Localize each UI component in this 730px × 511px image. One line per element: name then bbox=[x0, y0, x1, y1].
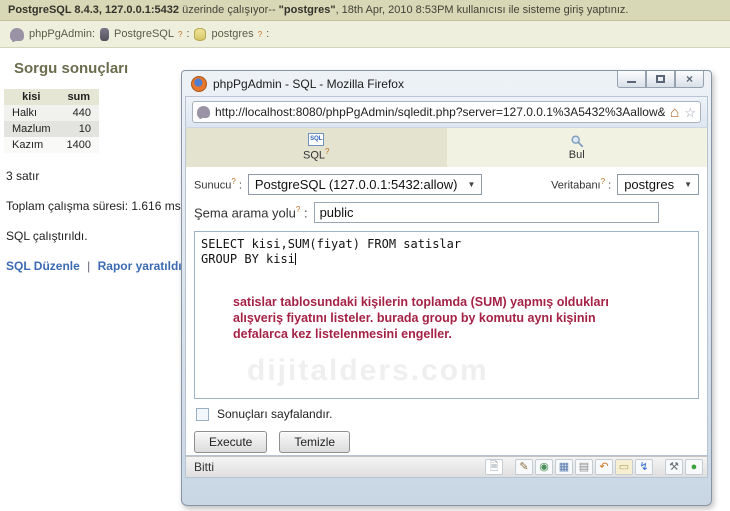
save-icon[interactable]: ▦ bbox=[555, 459, 573, 475]
help-link[interactable]: ? bbox=[178, 30, 182, 39]
button-row: Execute Temizle bbox=[186, 421, 707, 453]
server-label: Sunucu bbox=[194, 179, 232, 192]
url-text[interactable]: http://localhost:8080/phpPgAdmin/sqledit… bbox=[215, 105, 665, 119]
col-header-kisi: kisi bbox=[4, 89, 59, 105]
col-header-sum: sum bbox=[58, 89, 99, 105]
tab-find[interactable]: Bul bbox=[446, 128, 707, 167]
close-button[interactable]: × bbox=[675, 71, 704, 88]
running-text: üzerinde çalışıyor-- bbox=[179, 4, 279, 16]
maximize-icon bbox=[656, 75, 665, 83]
tab-sql[interactable]: SQL SQL? bbox=[186, 128, 447, 167]
server-icon bbox=[100, 27, 110, 41]
login-info: , 18th Apr, 2010 8:53PM kullanıcısı ile … bbox=[335, 4, 629, 16]
help-link[interactable]: ? bbox=[231, 177, 235, 186]
tools-icon[interactable]: ⚒ bbox=[665, 459, 683, 475]
lightning-icon[interactable]: ↯ bbox=[635, 459, 653, 475]
watermark: dijitalders.com bbox=[247, 354, 489, 387]
sql-window-icon: SQL bbox=[308, 133, 325, 147]
schema-row: Şema arama yolu? : bbox=[186, 195, 707, 223]
pencil-icon[interactable]: ✎ bbox=[515, 459, 533, 475]
minimize-icon bbox=[627, 80, 636, 83]
edit-sql-link[interactable]: SQL Düzenle bbox=[6, 259, 80, 273]
paginate-label: Sonuçları sayfalandır. bbox=[217, 407, 333, 421]
server-select[interactable]: PostgreSQL (127.0.0.1:5432:allow) ▼ bbox=[247, 174, 483, 195]
favicon-phppgadmin-icon bbox=[197, 106, 210, 119]
phppgadmin-logo-icon bbox=[10, 27, 24, 42]
sql-editor-window: phpPgAdmin - SQL - Mozilla Firefox × htt… bbox=[181, 70, 712, 506]
printer-icon[interactable]: ▤ bbox=[575, 459, 593, 475]
database-select[interactable]: postgres ▼ bbox=[617, 174, 699, 195]
close-icon: × bbox=[685, 72, 693, 86]
paginate-row: Sonuçları sayfalandır. bbox=[186, 399, 707, 421]
server-status-bar: PostgreSQL 8.4.3, 127.0.0.1:5432 üzerind… bbox=[0, 0, 730, 21]
breadcrumb-database[interactable]: postgres?: bbox=[211, 28, 269, 40]
maximize-button[interactable] bbox=[646, 71, 675, 88]
breadcrumb-app[interactable]: phpPgAdmin: bbox=[29, 28, 95, 40]
new-document-icon[interactable]: 🗎 bbox=[485, 459, 503, 475]
firefox-icon bbox=[191, 75, 207, 92]
window-title: phpPgAdmin - SQL - Mozilla Firefox bbox=[213, 76, 404, 91]
database-label: Veritabanı bbox=[551, 179, 601, 192]
help-link[interactable]: ? bbox=[258, 30, 262, 39]
note-icon[interactable]: ▭ bbox=[615, 459, 633, 475]
sql-line-1: SELECT kisi,SUM(fiyat) FROM satislar bbox=[201, 237, 462, 251]
browser-toolbar: http://localhost:8080/phpPgAdmin/sqledit… bbox=[185, 96, 708, 127]
text-caret bbox=[294, 253, 296, 265]
help-link[interactable]: ? bbox=[601, 177, 605, 186]
sql-line-2: GROUP BY kisi bbox=[201, 252, 295, 266]
execute-button[interactable]: Execute bbox=[194, 431, 268, 453]
link-separator: | bbox=[87, 259, 91, 273]
minimize-button[interactable] bbox=[617, 71, 646, 88]
status-text: Bitti bbox=[194, 460, 215, 474]
breadcrumb: phpPgAdmin: PostgreSQL?: postgres?: bbox=[0, 21, 730, 48]
help-link[interactable]: ? bbox=[296, 205, 300, 214]
schema-label: Şema arama yolu bbox=[194, 205, 296, 221]
browser-content: SQL SQL? Bul Sunucu? : PostgreSQL (127.0… bbox=[185, 127, 708, 456]
sql-textarea[interactable]: SELECT kisi,SUM(fiyat) FROM satislar GROU… bbox=[194, 231, 699, 399]
database-icon bbox=[194, 27, 207, 41]
server-version: PostgreSQL 8.4.3, 127.0.0.1:5432 bbox=[8, 4, 180, 16]
help-link[interactable]: ? bbox=[325, 147, 329, 156]
results-table: kisi sum Halkı 440 Mazlum 10 Kazım 1400 bbox=[4, 89, 99, 153]
chevron-down-icon: ▼ bbox=[684, 180, 692, 189]
addon-status-icon[interactable]: ● bbox=[685, 459, 703, 475]
undo-icon[interactable]: ↶ bbox=[595, 459, 613, 475]
create-report-link[interactable]: Rapor yaratıldı. bbox=[98, 259, 185, 273]
home-icon[interactable]: ⌂ bbox=[670, 105, 679, 120]
logged-user: "postgres" bbox=[278, 4, 336, 16]
table-row: Mazlum 10 bbox=[4, 121, 99, 137]
paginate-checkbox[interactable] bbox=[196, 407, 209, 421]
server-row: Sunucu? : PostgreSQL (127.0.0.1:5432:all… bbox=[186, 167, 707, 195]
chevron-down-icon: ▼ bbox=[467, 180, 476, 189]
schema-input[interactable] bbox=[313, 202, 659, 223]
search-icon bbox=[571, 135, 583, 148]
window-titlebar[interactable]: phpPgAdmin - SQL - Mozilla Firefox × bbox=[185, 71, 708, 96]
table-row: Kazım 1400 bbox=[4, 137, 99, 153]
clear-button[interactable]: Temizle bbox=[279, 431, 351, 453]
table-row: Halkı 440 bbox=[4, 105, 99, 121]
bookmark-star-icon[interactable]: ☆ bbox=[684, 106, 696, 119]
tutorial-annotation: satislar tablosundaki kişilerin toplamda… bbox=[233, 295, 609, 341]
globe-icon[interactable]: ◉ bbox=[535, 459, 553, 475]
window-controls: × bbox=[617, 71, 704, 88]
url-bar[interactable]: http://localhost:8080/phpPgAdmin/sqledit… bbox=[192, 101, 701, 123]
tab-bar: SQL SQL? Bul bbox=[186, 128, 707, 167]
breadcrumb-server[interactable]: PostgreSQL?: bbox=[114, 28, 189, 40]
status-bar: Bitti 🗎 ✎ ◉ ▦ ▤ ↶ ▭ ↯ ⚒ ● bbox=[185, 456, 708, 478]
